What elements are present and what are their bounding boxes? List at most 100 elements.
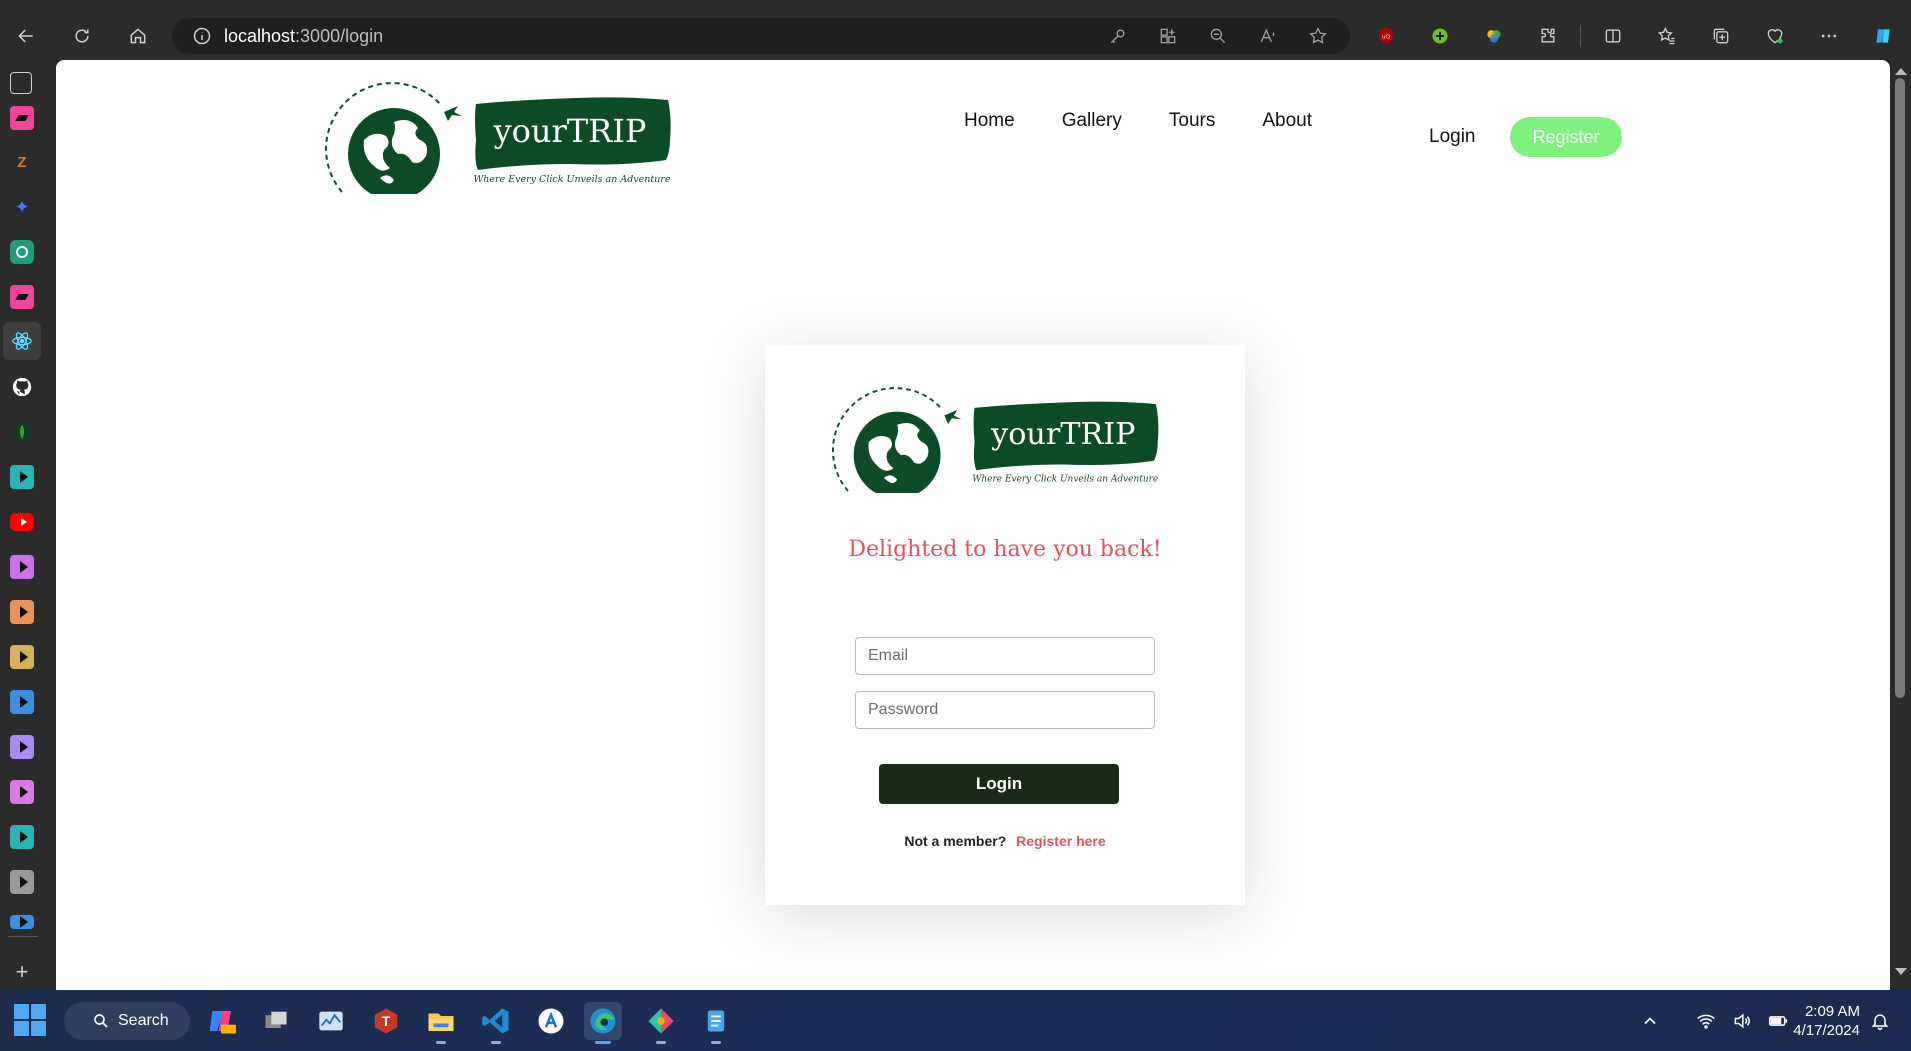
airplane-icon	[444, 106, 462, 121]
copilot-icon[interactable]	[1861, 18, 1905, 54]
tab-favicon-video-8[interactable]	[10, 825, 34, 849]
app-store-icon[interactable]	[532, 1002, 570, 1040]
collections-icon[interactable]	[1699, 18, 1743, 54]
email-field[interactable]	[855, 637, 1155, 675]
scroll-up-icon[interactable]	[1895, 68, 1907, 75]
tab-favicon-youtube[interactable]	[10, 513, 34, 531]
color-extension-icon[interactable]	[1472, 18, 1516, 54]
nav-home[interactable]: Home	[964, 110, 1015, 132]
nav-login[interactable]: Login	[1429, 126, 1476, 148]
login-button[interactable]: Login	[879, 764, 1119, 804]
extension-icons: uO	[1364, 18, 1905, 54]
browser-toolbar: localhost:3000/login uO	[0, 12, 1911, 60]
tab-favicon-video-3[interactable]	[10, 600, 34, 624]
tab-favicon-video-4[interactable]	[10, 645, 34, 669]
taskbar-search[interactable]: Search	[64, 1002, 190, 1040]
tab-favicon-react[interactable]	[10, 329, 34, 353]
chevron-up-icon[interactable]	[1640, 1011, 1660, 1031]
scroll-thumb[interactable]	[1895, 78, 1905, 698]
notification-bell-icon[interactable]	[1870, 1011, 1890, 1031]
vertical-tabs-sidebar: Z ✦ +	[0, 60, 56, 990]
notepad-icon[interactable]	[697, 1002, 735, 1044]
apps-icon[interactable]	[1152, 20, 1184, 52]
refresh-icon[interactable]	[62, 18, 102, 54]
register-here-link[interactable]: Register here	[1016, 833, 1105, 849]
taskbar-search-label: Search	[118, 1012, 169, 1029]
system-tray	[1640, 990, 1788, 1051]
tab-favicon-pink[interactable]	[10, 106, 34, 130]
svg-text:Where Every Click Unveils an A: Where Every Click Unveils an Adventure	[473, 174, 670, 185]
page-scrollbar[interactable]	[1890, 60, 1911, 990]
url-text: localhost:3000/login	[224, 25, 384, 46]
back-icon[interactable]	[6, 18, 46, 54]
svg-text:T: T	[382, 1014, 391, 1029]
home-icon[interactable]	[118, 18, 158, 54]
login-card: yourTRIP Where Every Click Unveils an Ad…	[765, 345, 1245, 905]
nav-about[interactable]: About	[1262, 110, 1312, 132]
window-top-strip	[0, 0, 1911, 12]
card-logo: yourTRIP Where Every Click Unveils an Ad…	[832, 387, 1159, 493]
browser-health-icon[interactable]	[1753, 18, 1797, 54]
scroll-down-icon[interactable]	[1895, 968, 1907, 975]
add-extension-icon[interactable]	[1418, 18, 1462, 54]
more-options-icon[interactable]	[1807, 18, 1851, 54]
register-prompt: Not a member? Register here	[765, 833, 1245, 849]
battery-icon[interactable]	[1768, 1011, 1788, 1031]
extensions-puzzle-icon[interactable]	[1526, 18, 1570, 54]
tab-favicon-pink-2[interactable]	[10, 285, 34, 309]
ublock-icon[interactable]: uO	[1364, 18, 1408, 54]
copilot-app-icon[interactable]	[202, 1002, 240, 1040]
sidebar-divider	[8, 936, 38, 937]
taskbar-clock[interactable]: 2:09 AM 4/17/2024	[1786, 1002, 1860, 1040]
tab-favicon-video-5[interactable]	[10, 690, 34, 714]
svg-text:yourTRIP: yourTRIP	[493, 112, 647, 150]
svg-text:yourTRIP: yourTRIP	[990, 417, 1135, 452]
split-screen-icon[interactable]	[1591, 18, 1635, 54]
site-info-icon[interactable]	[192, 26, 212, 46]
tab-favicon-video-10[interactable]	[10, 915, 34, 929]
site-logo[interactable]: yourTRIP Where Every Click Unveils an Ad…	[324, 82, 684, 194]
login-heading: Delighted to have you back!	[848, 537, 1162, 562]
svg-text:Where Every Click Unveils an A: Where Every Click Unveils an Adventure	[972, 475, 1158, 485]
tab-favicon-mongodb[interactable]	[10, 420, 34, 444]
clock-date: 4/17/2024	[1793, 1022, 1860, 1039]
windows-taskbar: Search T 2:09 AM 4/17/2024	[0, 990, 1911, 1051]
tab-favicon-github[interactable]	[10, 375, 34, 399]
file-explorer-icon[interactable]	[422, 1002, 460, 1044]
vscode-icon[interactable]	[477, 1002, 515, 1044]
read-aloud-icon[interactable]	[1252, 20, 1284, 52]
address-bar[interactable]: localhost:3000/login	[172, 18, 1350, 54]
web-page: yourTRIP Where Every Click Unveils an Ad…	[56, 60, 1890, 990]
favorite-star-icon[interactable]	[1302, 20, 1334, 52]
svg-text:uO: uO	[1382, 35, 1390, 41]
key-icon[interactable]	[1102, 20, 1134, 52]
tab-favicon-zoho[interactable]: Z	[10, 150, 34, 174]
tab-favicon-video-1[interactable]	[10, 465, 34, 489]
search-icon	[94, 1014, 108, 1028]
address-bar-icons	[1102, 18, 1334, 54]
task-view-icon[interactable]	[257, 1002, 295, 1040]
nav-gallery[interactable]: Gallery	[1062, 110, 1122, 132]
tab-actions-icon[interactable]	[10, 72, 32, 94]
git-diamond-icon[interactable]	[642, 1002, 680, 1044]
volume-icon[interactable]	[1732, 1011, 1752, 1031]
tab-favicon-video-7[interactable]	[10, 780, 34, 804]
zoom-out-icon[interactable]	[1202, 20, 1234, 52]
clock-time: 2:09 AM	[1804, 1003, 1860, 1020]
tab-favicon-video-6[interactable]	[10, 735, 34, 759]
password-field[interactable]	[855, 691, 1155, 729]
tabby-t-icon[interactable]: T	[367, 1002, 405, 1040]
nav-tours[interactable]: Tours	[1169, 110, 1215, 132]
tab-favicon-sparkle[interactable]: ✦	[10, 195, 34, 219]
nav-register-button[interactable]: Register	[1510, 117, 1622, 157]
tab-favicon-chatgpt[interactable]	[10, 240, 34, 264]
favorites-icon[interactable]	[1645, 18, 1689, 54]
wifi-icon[interactable]	[1696, 1011, 1716, 1031]
tab-favicon-video-2[interactable]	[10, 555, 34, 579]
tab-favicon-video-9[interactable]	[10, 870, 34, 894]
start-windows-icon[interactable]	[14, 1004, 46, 1036]
edge-browser-icon[interactable]	[584, 1002, 622, 1044]
new-tab-plus-icon[interactable]: +	[10, 959, 34, 984]
performance-monitor-icon[interactable]	[312, 1002, 350, 1040]
site-nav: Home Gallery Tours About	[964, 110, 1359, 132]
